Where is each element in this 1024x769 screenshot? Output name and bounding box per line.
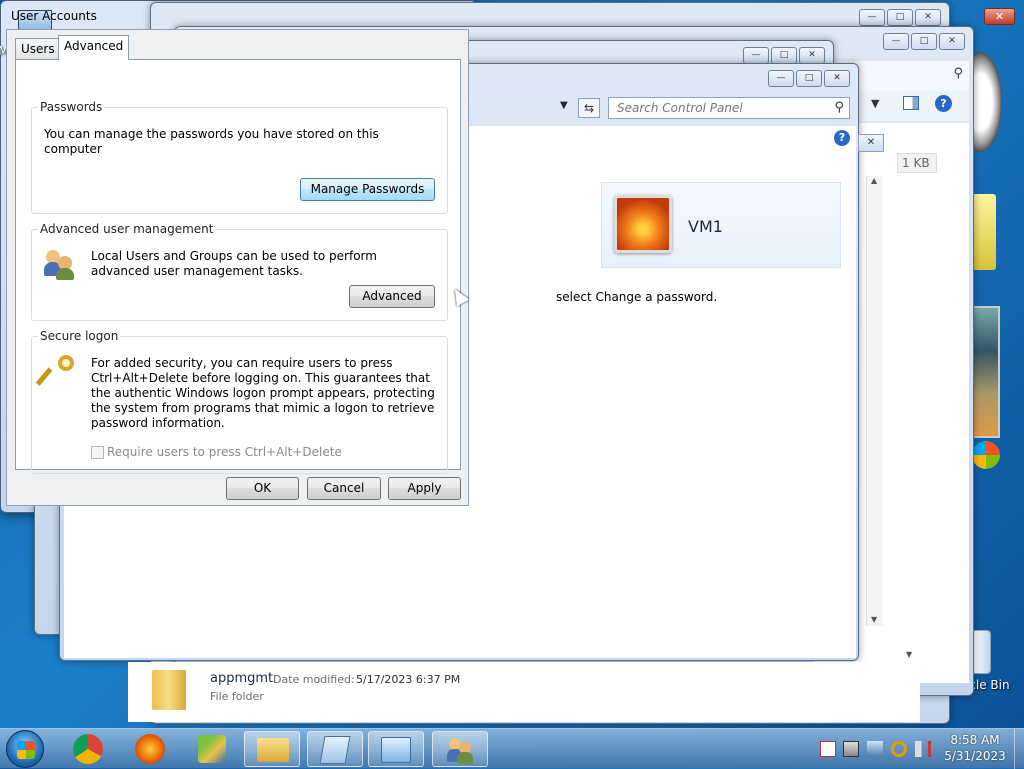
minimize-icon[interactable]: — — [859, 9, 885, 26]
taskbar-explorer[interactable] — [244, 731, 300, 767]
advanced-tab-panel: Passwords You can manage the passwords y… — [15, 59, 461, 474]
passwords-description: You can manage the passwords you have st… — [44, 127, 379, 156]
close-icon[interactable]: ✕ — [939, 33, 965, 50]
chrome-icon — [73, 734, 103, 764]
close-icon[interactable]: ✕ — [824, 70, 850, 87]
explorer-details-pane: appmgmt Date modified: 5/17/2023 6:37 PM… — [128, 662, 920, 722]
dialog-title: User Accounts — [11, 9, 97, 23]
key-icon — [35, 355, 76, 389]
user-picture-avatar — [614, 195, 672, 253]
taskbar: 8:58 AM 5/31/2023 — [0, 728, 1024, 769]
user-account-tile[interactable]: VM1 — [601, 182, 841, 268]
folder-icon — [257, 738, 289, 762]
close-button[interactable]: ✕ — [984, 8, 1015, 25]
clock-date: 5/31/2023 — [944, 749, 1006, 763]
refresh-icon[interactable]: ⇆ — [578, 98, 600, 118]
file-name[interactable]: appmgmt — [210, 671, 273, 686]
notepad-icon — [319, 736, 351, 764]
maximize-icon[interactable]: □ — [771, 47, 797, 64]
network-icon[interactable] — [843, 741, 859, 757]
usb-icon[interactable] — [867, 741, 883, 757]
file-size-cell: 1 KB — [897, 153, 937, 173]
clock-area[interactable]: 8:58 AM 5/31/2023 — [940, 732, 1010, 764]
start-button[interactable] — [6, 730, 44, 768]
secure-logon-title: Secure logon — [38, 329, 121, 343]
gadget-picture[interactable] — [970, 306, 1000, 438]
search-input[interactable]: Search Control Panel ⚲ — [608, 97, 850, 119]
taskbar-control-panel[interactable] — [368, 731, 424, 767]
tab-advanced[interactable]: Advanced — [58, 35, 130, 60]
tools-icon — [198, 735, 226, 763]
action-center-icon[interactable] — [820, 741, 836, 757]
volume-muted-icon[interactable] — [915, 741, 931, 757]
explorer-scrollbar[interactable]: ▲ ▼ — [866, 176, 883, 626]
maximize-icon[interactable]: □ — [796, 70, 822, 87]
maximize-icon[interactable]: □ — [911, 33, 937, 50]
control-panel-icon — [381, 737, 411, 763]
secure-logon-description: For added security, you can require user… — [91, 356, 435, 430]
user-accounts-dialog[interactable]: User Accounts ✕ Users Advanced Passwords… — [0, 0, 1015, 513]
taskbar-app[interactable] — [184, 731, 240, 767]
clock-time: 8:58 AM — [950, 733, 1000, 747]
cancel-button[interactable]: Cancel — [307, 477, 381, 500]
taskbar-firefox[interactable] — [122, 731, 178, 767]
taskbar-chrome[interactable] — [60, 731, 116, 767]
taskbar-user-accounts[interactable] — [432, 731, 488, 767]
minimize-icon[interactable]: — — [743, 47, 769, 64]
show-desktop-button[interactable] — [1014, 729, 1024, 769]
manage-passwords-button[interactable]: Manage Passwords — [300, 178, 435, 201]
caption-buttons: — □ ✕ — [743, 47, 825, 64]
maximize-icon[interactable]: □ — [887, 9, 913, 26]
close-icon[interactable]: ✕ — [799, 47, 825, 64]
address-dropdown-icon[interactable]: ▼ — [560, 100, 568, 111]
search-icon[interactable]: ⚲ — [834, 100, 844, 115]
caption-buttons: — □ ✕ — [859, 9, 941, 26]
close-icon: ✕ — [994, 10, 1005, 23]
users-icon — [447, 736, 475, 764]
explorer-close-icon[interactable]: ✕ — [858, 134, 884, 152]
secure-logon-group: Secure logon For added security, you can… — [31, 329, 448, 474]
firefox-icon — [135, 734, 165, 764]
search-icon[interactable]: ⚲ — [953, 66, 963, 81]
date-modified-value: 5/17/2023 6:37 PM — [356, 673, 461, 686]
search-placeholder: Search Control Panel — [617, 101, 743, 115]
change-password-text: select Change a password. — [556, 290, 718, 304]
minimize-icon[interactable]: — — [768, 70, 794, 87]
help-icon[interactable]: ? — [834, 130, 850, 146]
require-ctrl-alt-delete-label[interactable]: Require users to press Ctrl+Alt+Delete — [107, 445, 342, 460]
scroll-up-icon[interactable]: ▲ — [871, 176, 877, 185]
user-name: VM1 — [688, 217, 723, 236]
scroll-down-icon[interactable]: ▼ — [871, 615, 877, 624]
users-group-icon — [44, 248, 76, 280]
advanced-button[interactable]: Advanced — [349, 285, 435, 308]
taskbar-notepad[interactable] — [307, 731, 363, 767]
ok-button[interactable]: OK — [226, 477, 299, 500]
caption-buttons: — □ ✕ — [883, 33, 965, 50]
view-dropdown-icon[interactable]: ▼ — [871, 97, 879, 110]
folder-icon — [152, 670, 186, 710]
tab-users[interactable]: Users — [15, 38, 61, 59]
scroll-down-icon[interactable]: ▼ — [906, 650, 912, 659]
advanced-user-management-description: Local Users and Groups can be used to pe… — [91, 249, 377, 278]
advanced-user-management-title: Advanced user management — [38, 222, 216, 236]
date-modified-label: Date modified: — [273, 673, 355, 686]
apply-button[interactable]: Apply — [388, 477, 461, 500]
passwords-group: Passwords You can manage the passwords y… — [31, 100, 448, 214]
preview-pane-icon[interactable] — [903, 96, 919, 110]
help-icon[interactable]: ? — [935, 95, 952, 112]
file-type: File folder — [210, 690, 264, 703]
dialog-body: Users Advanced Passwords You can manage … — [6, 29, 469, 506]
advanced-user-management-group: Advanced user management Local Users and… — [31, 222, 448, 321]
windows-logo-icon — [972, 441, 1000, 469]
windows-logo-icon — [17, 741, 35, 759]
search-tray-icon[interactable] — [891, 741, 907, 757]
passwords-group-title: Passwords — [38, 100, 105, 114]
caption-buttons: — □ ✕ — [768, 70, 850, 87]
minimize-icon[interactable]: — — [883, 33, 909, 50]
close-icon[interactable]: ✕ — [915, 9, 941, 26]
require-ctrl-alt-delete-checkbox[interactable] — [91, 446, 104, 459]
